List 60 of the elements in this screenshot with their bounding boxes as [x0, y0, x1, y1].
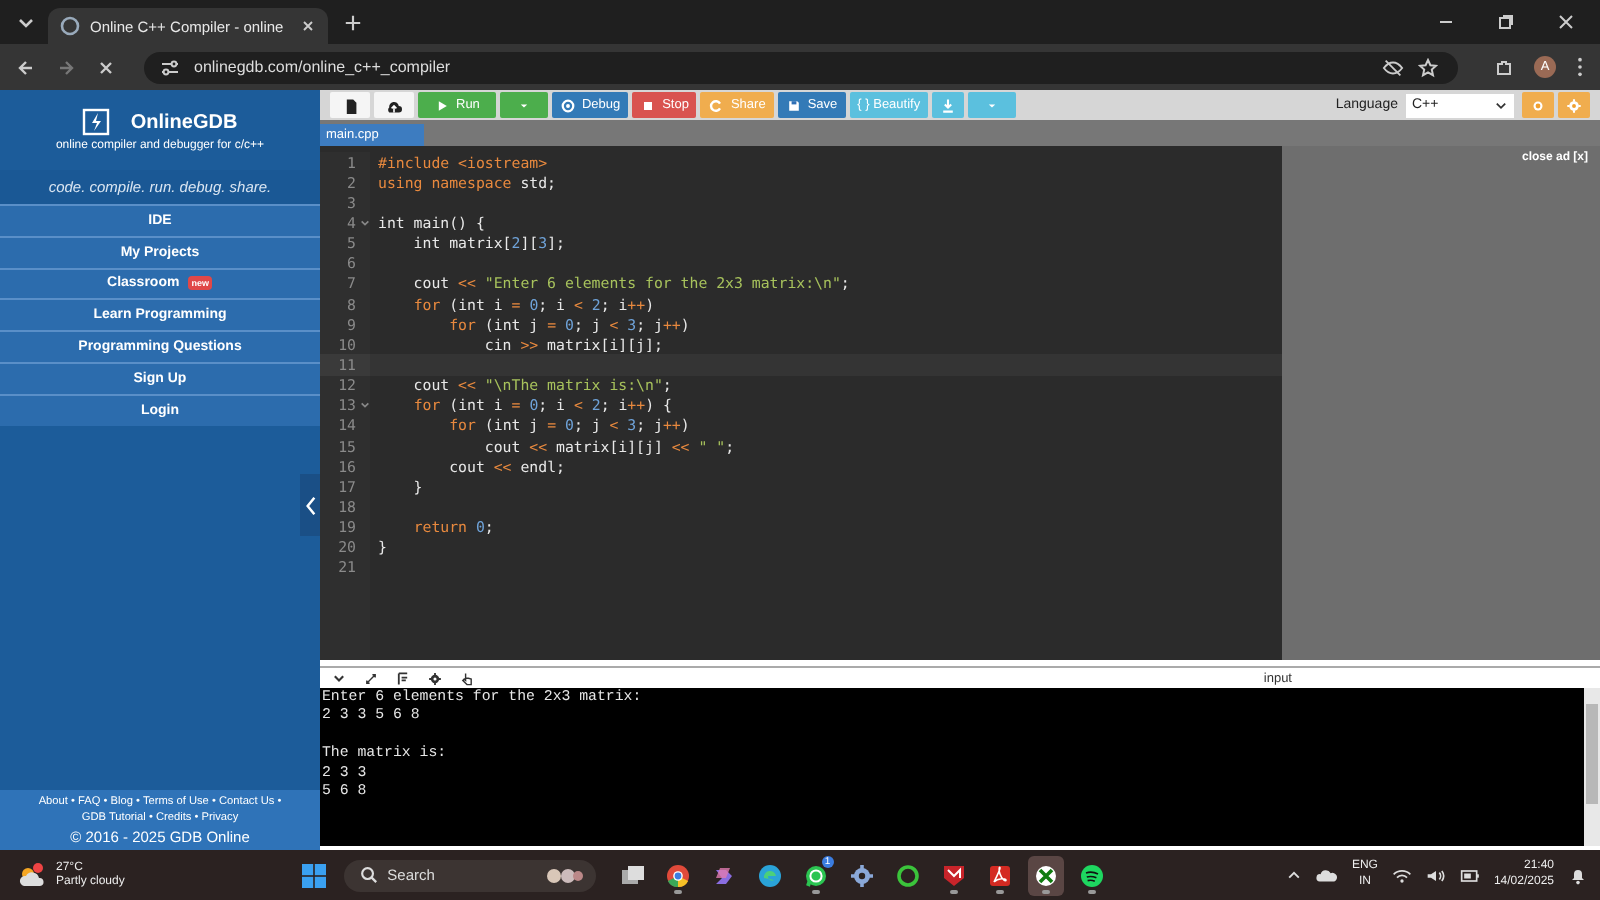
running-indicator	[1087, 890, 1096, 893]
wifi-icon[interactable]	[1391, 865, 1412, 885]
chevron-up-icon[interactable]	[1285, 867, 1302, 883]
search-icon	[359, 866, 378, 884]
circle-icon	[1530, 97, 1546, 113]
close-icon[interactable]	[1556, 12, 1576, 32]
star-icon[interactable]	[1418, 57, 1438, 77]
back-arrow-icon[interactable]	[16, 57, 36, 77]
cloud-icon[interactable]	[1315, 865, 1338, 885]
chevron-left-icon	[303, 495, 317, 515]
upload-button[interactable]	[374, 92, 414, 118]
new-file-button[interactable]	[330, 92, 370, 118]
running-indicator	[673, 890, 682, 893]
close-icon[interactable]	[96, 57, 116, 77]
running-indicator	[995, 890, 1004, 893]
close-icon[interactable]	[300, 18, 316, 34]
cloud-icon	[386, 97, 402, 113]
scrollbar[interactable]	[1584, 688, 1600, 846]
square-icon	[640, 97, 657, 113]
running-indicator	[811, 890, 820, 893]
collapse-sidebar-button[interactable]	[300, 474, 320, 536]
file-icon	[342, 97, 358, 113]
restore-icon[interactable]	[1496, 12, 1516, 32]
play-icon	[434, 97, 450, 113]
document-icon	[987, 863, 1012, 887]
diagonal-arrows-icon[interactable]	[364, 671, 378, 685]
text-format-icon[interactable]	[396, 671, 410, 685]
share-icon	[708, 97, 725, 113]
bell-icon[interactable]	[1568, 865, 1588, 885]
puzzle-icon[interactable]	[1494, 57, 1514, 77]
battery-icon[interactable]	[1459, 865, 1480, 885]
collapse-chevron-icon[interactable]	[332, 671, 346, 685]
settings-icon	[1566, 97, 1582, 113]
taskbar-app-button[interactable]	[1027, 855, 1064, 895]
chevron-down-icon	[1494, 98, 1508, 112]
running-indicator	[1041, 890, 1050, 893]
settings-icon[interactable]	[428, 671, 442, 685]
lightning-bolt-icon	[82, 108, 111, 136]
eye-slash-icon[interactable]	[1382, 57, 1404, 77]
swirl-icon	[711, 863, 736, 887]
address-field[interactable]: onlinegdb.com/online_c++_compiler	[144, 51, 1458, 83]
running-indicator	[949, 890, 958, 893]
cloud-sun-icon[interactable]	[16, 861, 48, 889]
gear-icon	[849, 863, 874, 887]
brand-name[interactable]: OnlineGDB	[130, 111, 238, 133]
shield-icon	[941, 863, 966, 887]
ring-icon	[895, 863, 920, 887]
site-settings-icon[interactable]	[160, 57, 180, 77]
task-view-icon	[619, 863, 644, 887]
forward-arrow-icon[interactable]	[56, 57, 76, 77]
speaker-icon[interactable]	[1425, 865, 1446, 885]
download-icon	[940, 97, 957, 113]
chrome-icon	[665, 863, 690, 887]
gear-icon	[559, 97, 576, 113]
plus-icon[interactable]	[344, 13, 362, 31]
windows-logo-icon[interactable]	[301, 863, 326, 887]
xbox-icon	[1033, 863, 1058, 887]
music-icon	[1079, 863, 1104, 887]
more-menu-icon[interactable]	[1576, 56, 1584, 78]
chat-bubble-icon	[803, 863, 828, 887]
